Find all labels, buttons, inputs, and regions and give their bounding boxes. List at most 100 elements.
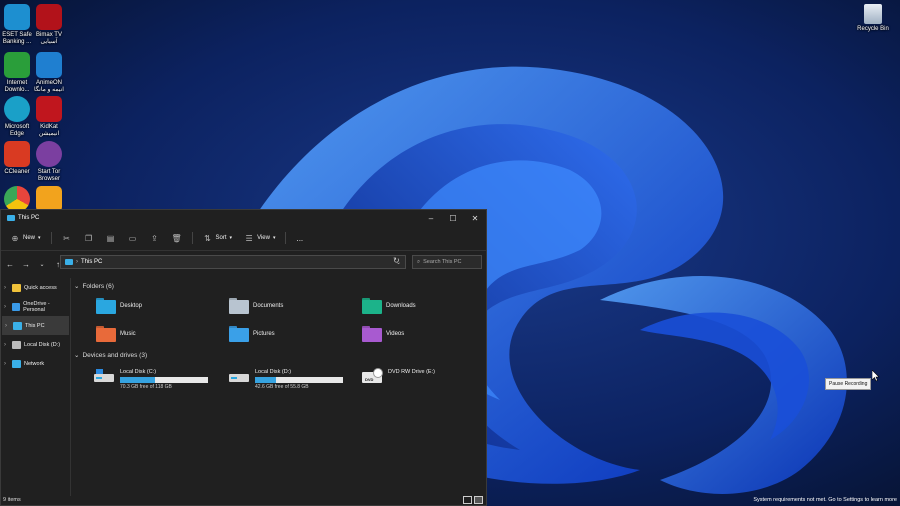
search-placeholder: Search This PC — [423, 259, 462, 265]
system-requirements-message[interactable]: System requirements not met. Go to Setti… — [753, 497, 897, 503]
share-icon: ⇪ — [151, 233, 158, 243]
chevron-right-icon[interactable]: › — [4, 285, 9, 291]
sort-button[interactable]: ⇅ Sort ▾ — [198, 231, 238, 245]
drive-item[interactable]: Local Disk (C:) 70.3 GB free of 118 GB — [94, 369, 208, 390]
new-button[interactable]: ⊕ New ▾ — [5, 231, 46, 245]
address-bar[interactable]: › This PC ⌄ — [60, 255, 406, 269]
desktop-shortcut[interactable]: Bimax TV آسیایی — [28, 4, 70, 46]
downloads-folder-icon — [362, 298, 382, 314]
folders-group-header[interactable]: ⌄ Folders (6) — [74, 282, 114, 291]
recent-locations-button[interactable]: ⌄ — [35, 257, 49, 271]
desktop-shortcut[interactable]: KidKat انیمیشن — [28, 96, 70, 138]
sidebar-item[interactable]: › Network — [1, 354, 70, 373]
sidebar-item[interactable]: › This PC — [2, 316, 69, 335]
more-options-button[interactable]: ... — [291, 232, 308, 245]
divider — [50, 232, 52, 244]
drive-usage-fill — [120, 377, 156, 383]
pc-icon — [65, 259, 73, 265]
status-bar: 9 items — [1, 494, 486, 505]
sidebar-item-label: Local Disk (D:) — [24, 341, 61, 348]
details-view-button[interactable] — [463, 495, 472, 504]
mouse-cursor — [872, 370, 880, 382]
paste-button[interactable]: ▤ — [101, 231, 121, 245]
eset-icon — [4, 4, 30, 30]
desktop-shortcut[interactable]: Start Tor Browser — [28, 141, 70, 183]
kidkat-icon — [36, 96, 62, 122]
file-explorer-window: This PC – ☐ ✕ ⊕ New ▾ ✂ ❐ ▤ ▭ ⇪ 🗑 ⇅ Sort… — [0, 209, 487, 506]
refresh-button[interactable]: ↻ — [393, 256, 400, 265]
view-button[interactable]: ☰ View ▾ — [239, 231, 280, 245]
tor-icon — [36, 141, 62, 167]
hard-disk-icon — [229, 369, 251, 383]
sidebar-item[interactable]: › OneDrive - Personal — [1, 297, 70, 316]
content-area: ⌄ Folders (6) Desktop Documents Downloads M… — [71, 278, 486, 496]
chevron-right-icon[interactable]: › — [4, 342, 9, 348]
pc-icon — [7, 215, 15, 221]
recycle-bin-label: Recycle Bin — [857, 26, 889, 32]
folder-item[interactable]: Music — [96, 326, 136, 342]
drive-usage-bar — [255, 377, 343, 383]
chevron-down-icon: ⌄ — [74, 352, 80, 359]
chevron-down-icon: ⌄ — [74, 283, 80, 290]
sidebar-item[interactable]: › Quick access — [1, 278, 70, 297]
divider — [285, 232, 287, 244]
dvd-drive-icon: DVD — [362, 368, 384, 383]
folder-label: Pictures — [253, 331, 275, 337]
drive-free-space: 70.3 GB free of 118 GB — [120, 384, 172, 390]
sidebar-item[interactable]: › Local Disk (D:) — [1, 335, 70, 354]
animeon-icon — [36, 52, 62, 78]
window-title: This PC — [7, 215, 39, 221]
maximize-button[interactable]: ☐ — [442, 210, 464, 226]
copy-icon: ❐ — [84, 233, 93, 243]
more-label: ... — [296, 233, 304, 243]
navigation-pane: › Quick access › OneDrive - Personal › This P… — [1, 278, 71, 496]
tiles-view-button[interactable] — [474, 495, 483, 504]
trash-icon: 🗑 — [171, 233, 182, 243]
folder-label: Downloads — [386, 303, 416, 309]
network-icon — [12, 359, 21, 368]
disk-icon — [12, 340, 21, 349]
window-title-text: This PC — [18, 215, 40, 221]
folder-item[interactable]: Downloads — [362, 298, 416, 314]
chevron-right-icon[interactable]: › — [5, 323, 10, 329]
drive-free-space: 42.6 GB free of 55.8 GB — [255, 384, 309, 390]
sidebar-item-label: OneDrive - Personal — [23, 300, 50, 313]
folder-item[interactable]: Videos — [362, 326, 404, 342]
drive-usage-bar — [120, 377, 208, 383]
desktop-shortcut[interactable]: AnimeON انیمه و مانگا — [28, 52, 70, 94]
chevron-right-icon: › — [76, 259, 78, 265]
address-text: This PC — [81, 259, 103, 265]
chevron-right-icon[interactable]: › — [4, 361, 9, 367]
rename-button[interactable]: ▭ — [123, 231, 143, 245]
sort-icon: ⇅ — [204, 233, 211, 243]
view-label: View — [257, 235, 270, 241]
recycle-bin-icon — [864, 4, 882, 24]
folder-item[interactable]: Pictures — [229, 326, 275, 342]
chevron-right-icon[interactable]: › — [4, 304, 9, 310]
drive-item[interactable]: DVD DVD RW Drive (E:) — [362, 368, 435, 383]
desktop-shortcut-label: AnimeON انیمه و مانگا — [34, 80, 64, 93]
share-button[interactable]: ⇪ — [145, 231, 165, 245]
title-bar[interactable]: This PC – ☐ ✕ — [1, 210, 486, 226]
star-icon — [12, 283, 21, 292]
search-input[interactable]: ⌕ Search This PC — [412, 255, 482, 269]
sidebar-item-label: This PC — [25, 322, 45, 329]
edge-icon — [4, 96, 30, 122]
close-button[interactable]: ✕ — [464, 210, 486, 226]
folder-item[interactable]: Documents — [229, 298, 283, 314]
search-icon: ⌕ — [417, 258, 421, 265]
delete-button[interactable]: 🗑 — [167, 231, 187, 245]
pictures-folder-icon — [229, 326, 249, 342]
cut-button[interactable]: ✂ — [57, 231, 77, 245]
back-button[interactable]: ← — [3, 257, 17, 271]
forward-button[interactable]: → — [19, 257, 33, 271]
drives-group-header[interactable]: ⌄ Devices and drives (3) — [74, 351, 147, 360]
folder-label: Desktop — [120, 303, 143, 309]
minimize-button[interactable]: – — [420, 210, 442, 226]
copy-button[interactable]: ❐ — [79, 231, 99, 245]
recycle-bin[interactable]: Recycle Bin — [852, 4, 894, 33]
folder-label: Videos — [386, 331, 405, 337]
folder-item[interactable]: Desktop — [96, 298, 142, 314]
drive-item[interactable]: Local Disk (D:) 42.6 GB free of 55.8 GB — [229, 369, 343, 390]
onedrive-icon — [11, 302, 21, 311]
